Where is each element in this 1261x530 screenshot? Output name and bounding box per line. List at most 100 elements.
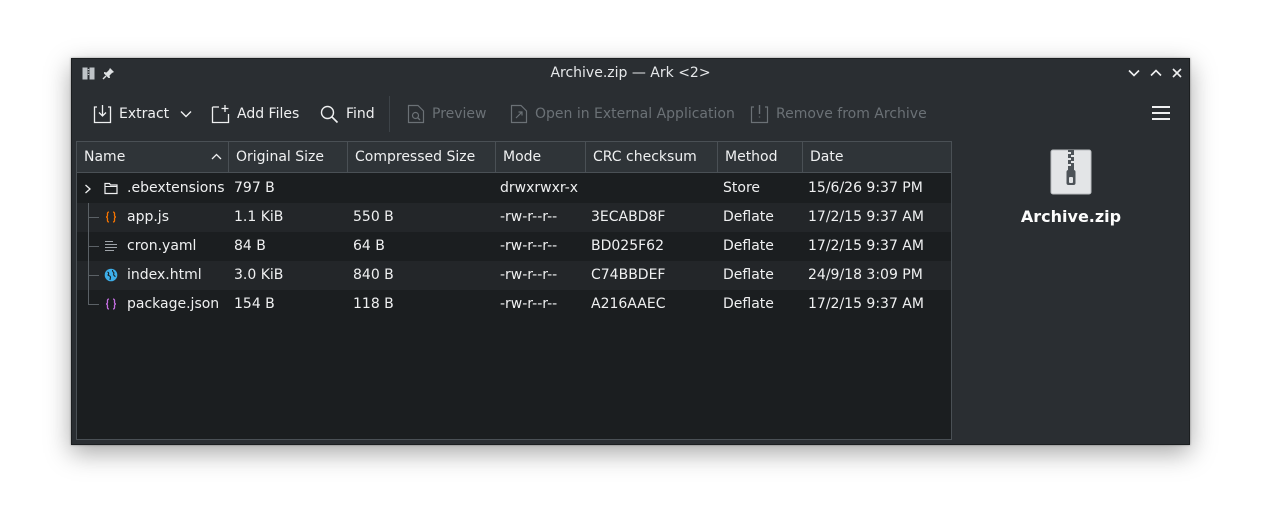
mode: -rw-r--r-- <box>500 296 558 312</box>
column-header-date[interactable]: Date <box>803 142 951 172</box>
method: Store <box>723 180 761 196</box>
tree-branch-line <box>88 290 89 304</box>
toolbar: Extract Add Files Find Preview Open in E… <box>72 88 1189 139</box>
file-list[interactable]: Name Original Size Compressed Size Mode … <box>76 141 952 440</box>
preview-button[interactable]: Preview <box>407 99 487 129</box>
folder-icon <box>104 182 118 195</box>
find-button[interactable]: Find <box>320 99 375 129</box>
file-name: app.js <box>127 209 169 225</box>
table-row[interactable]: package.json 154 B 118 B -rw-r--r-- A216… <box>77 290 951 319</box>
window-title: Archive.zip — Ark <2> <box>550 65 711 81</box>
date: 17/2/15 9:37 AM <box>808 209 924 225</box>
remove-from-archive-icon <box>750 105 769 124</box>
remove-from-archive-label: Remove from Archive <box>776 106 927 122</box>
file-name: package.json <box>127 296 220 312</box>
column-header-name[interactable]: Name <box>77 142 229 172</box>
original-size: 3.0 KiB <box>234 267 284 283</box>
minimize-button[interactable] <box>1126 65 1142 81</box>
zip-archive-icon <box>1050 149 1092 195</box>
preview-label: Preview <box>432 106 487 122</box>
column-label: Compressed Size <box>355 149 476 165</box>
column-header-method[interactable]: Method <box>718 142 803 172</box>
crc-checksum: C74BBDEF <box>591 267 666 283</box>
column-label: Original Size <box>236 149 324 165</box>
tree-branch-line <box>88 217 99 218</box>
add-files-icon <box>211 105 230 124</box>
mode: -rw-r--r-- <box>500 209 558 225</box>
column-header-mode[interactable]: Mode <box>496 142 586 172</box>
hamburger-menu-button[interactable] <box>1152 105 1170 121</box>
json-file-icon <box>105 298 117 310</box>
method: Deflate <box>723 296 774 312</box>
toolbar-separator <box>389 96 390 132</box>
chevron-up-icon <box>1150 69 1162 77</box>
column-header-original-size[interactable]: Original Size <box>229 142 348 172</box>
html-file-icon <box>104 268 118 282</box>
open-external-button[interactable]: Open in External Application <box>510 99 735 129</box>
mode: -rw-r--r-- <box>500 238 558 254</box>
add-files-button[interactable]: Add Files <box>211 99 299 129</box>
chevron-right-icon[interactable] <box>84 184 92 194</box>
crc-checksum: BD025F62 <box>591 238 664 254</box>
column-header-crc[interactable]: CRC checksum <box>586 142 718 172</box>
original-size: 84 B <box>234 238 266 254</box>
extract-button[interactable]: Extract <box>93 99 169 129</box>
method: Deflate <box>723 209 774 225</box>
add-files-label: Add Files <box>237 106 300 122</box>
find-label: Find <box>346 106 375 122</box>
column-label: Method <box>725 149 778 165</box>
table-row[interactable]: index.html 3.0 KiB 840 B -rw-r--r-- C74B… <box>77 261 951 290</box>
date: 24/9/18 3:09 PM <box>808 267 923 283</box>
close-icon <box>1172 68 1182 78</box>
column-header-compressed-size[interactable]: Compressed Size <box>348 142 496 172</box>
date: 17/2/15 9:37 AM <box>808 296 924 312</box>
original-size: 1.1 KiB <box>234 209 284 225</box>
open-external-label: Open in External Application <box>535 106 735 122</box>
compressed-size: 64 B <box>353 238 385 254</box>
column-label: Name <box>84 149 126 165</box>
extract-icon <box>93 105 112 124</box>
method: Deflate <box>723 267 774 283</box>
hamburger-menu-icon <box>1152 106 1170 120</box>
table-header: Name Original Size Compressed Size Mode … <box>77 142 951 173</box>
archive-name: Archive.zip <box>1020 207 1122 226</box>
compressed-size: 118 B <box>353 296 394 312</box>
title-bar: Archive.zip — Ark <2> <box>72 59 1189 89</box>
chevron-down-icon <box>1128 69 1140 77</box>
table-row[interactable]: app.js 1.1 KiB 550 B -rw-r--r-- 3ECABD8F… <box>77 203 951 232</box>
mode: drwxrwxr-x <box>500 180 579 196</box>
date: 15/6/26 9:37 PM <box>808 180 923 196</box>
extract-label: Extract <box>119 106 170 122</box>
column-label: Date <box>810 149 844 165</box>
extract-dropdown-button[interactable] <box>180 99 192 129</box>
compressed-size: 550 B <box>353 209 394 225</box>
original-size: 797 B <box>234 180 275 196</box>
text-file-icon <box>105 240 117 252</box>
original-size: 154 B <box>234 296 275 312</box>
open-external-icon <box>510 104 528 124</box>
compressed-size: 840 B <box>353 267 394 283</box>
crc-checksum: 3ECABD8F <box>591 209 666 225</box>
chevron-down-icon <box>180 111 192 118</box>
sort-ascending-icon <box>211 153 222 160</box>
column-label: CRC checksum <box>593 149 697 165</box>
close-button[interactable] <box>1169 65 1185 81</box>
column-label: Mode <box>503 149 542 165</box>
maximize-button[interactable] <box>1148 65 1164 81</box>
tree-branch-line <box>88 246 99 247</box>
javascript-file-icon <box>105 211 117 223</box>
ark-window: Archive.zip — Ark <2> Extract Add Files … <box>71 58 1190 445</box>
mode: -rw-r--r-- <box>500 267 558 283</box>
file-name: index.html <box>127 267 202 283</box>
tree-branch-line <box>88 304 99 305</box>
date: 17/2/15 9:37 AM <box>808 238 924 254</box>
file-name: cron.yaml <box>127 238 197 254</box>
info-panel: Archive.zip <box>953 141 1189 440</box>
file-name: .ebextensions <box>127 180 225 196</box>
crc-checksum: A216AAEC <box>591 296 666 312</box>
table-row[interactable]: cron.yaml 84 B 64 B -rw-r--r-- BD025F62 … <box>77 232 951 261</box>
method: Deflate <box>723 238 774 254</box>
tree-branch-line <box>88 275 99 276</box>
table-row[interactable]: .ebextensions 797 B drwxrwxr-x Store 15/… <box>77 174 951 203</box>
remove-from-archive-button[interactable]: Remove from Archive <box>750 99 927 129</box>
